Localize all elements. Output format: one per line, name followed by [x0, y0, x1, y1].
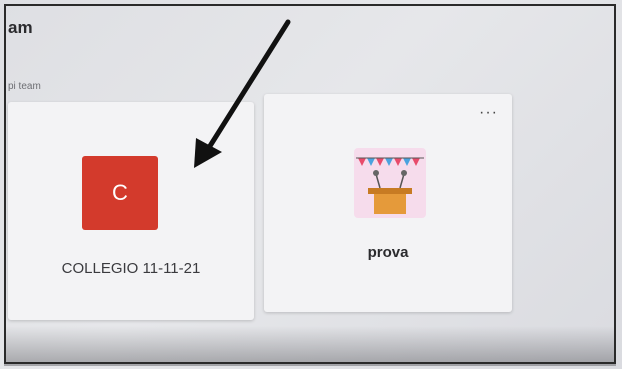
- section-label: pi team: [8, 81, 41, 92]
- more-options-icon[interactable]: ···: [479, 105, 498, 121]
- team-avatar-letter: C: [112, 180, 128, 205]
- team-card-collegio[interactable]: C COLLEGIO 11-11-21: [8, 102, 254, 320]
- page-title: am: [8, 18, 33, 37]
- podium-celebration-icon: [354, 148, 426, 218]
- photo-edge-shadow: [4, 326, 616, 366]
- team-card-prova[interactable]: ··· prova: [264, 94, 512, 312]
- team-name: prova: [367, 244, 409, 261]
- team-name: COLLEGIO 11-11-21: [61, 260, 201, 277]
- team-avatar: C: [82, 156, 158, 230]
